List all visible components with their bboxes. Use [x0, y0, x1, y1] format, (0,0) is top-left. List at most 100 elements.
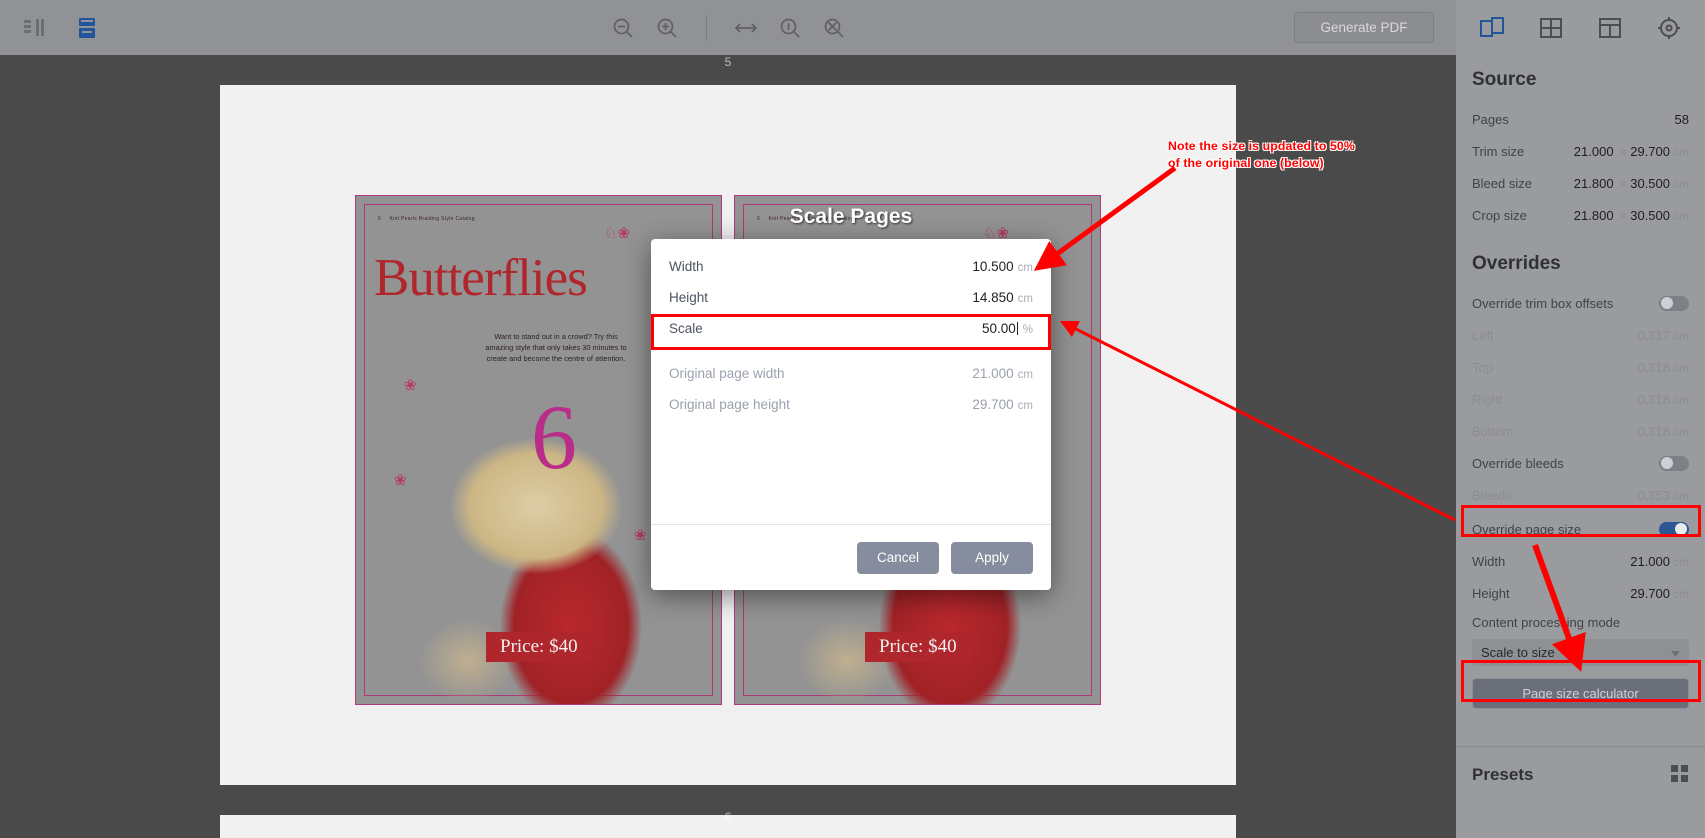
page-big-number: 6: [531, 396, 577, 479]
dialog-row-width[interactable]: Width10.500cm: [651, 251, 1051, 282]
source-row-value: 58: [1675, 112, 1689, 127]
page-height-unit: cm: [1673, 587, 1689, 601]
zoom-out-icon[interactable]: [610, 15, 636, 41]
trim-offset-bottom: Bottom0.318cm: [1472, 415, 1689, 447]
override-bleeds-label: Override bleeds: [1472, 456, 1564, 471]
dialog-footer: Cancel Apply: [651, 524, 1051, 590]
source-row-crop-size: Crop size21.800 × 30.500cm: [1472, 199, 1689, 231]
dimension-separator: ×: [1617, 177, 1631, 191]
dialog-row-unit: cm: [1018, 369, 1033, 381]
chevron-down-icon: [1671, 645, 1680, 660]
source-row-value2: 30.500: [1630, 176, 1670, 191]
trim-offset-unit: cm: [1673, 361, 1689, 375]
layout-tab-icon[interactable]: [1593, 13, 1627, 43]
trim-offset-unit: cm: [1673, 329, 1689, 343]
dialog-row-value: 14.850: [972, 290, 1013, 305]
trim-offset-value: 0.318: [1637, 360, 1670, 375]
top-toolbar: Generate PDF: [0, 0, 1456, 55]
scale-row-highlight: [651, 314, 1051, 350]
page-header-number: 6: [378, 216, 381, 222]
source-row-value2: 29.700: [1630, 144, 1670, 159]
panel-tabs: [1456, 0, 1705, 55]
dialog-row-label: Original page width: [669, 366, 785, 381]
dialog-title: Scale Pages: [651, 205, 1051, 229]
override-trim-box-row[interactable]: Override trim box offsets: [1472, 287, 1689, 319]
override-bleeds-toggle[interactable]: [1659, 456, 1689, 471]
trim-offset-rows: Left0.317cmTop0.318cmRight0.318cmBottom0…: [1472, 319, 1689, 447]
source-row-value: 21.000: [1574, 144, 1614, 159]
annotation-note: Note the size is updated to 50% of the o…: [1168, 138, 1355, 171]
butterfly-icon: ♘❀: [604, 224, 630, 242]
source-section-title: Source: [1472, 69, 1689, 91]
source-row-label: Bleed size: [1472, 176, 1532, 191]
generate-pdf-button[interactable]: Generate PDF: [1294, 12, 1434, 43]
dialog-row-unit: cm: [1018, 400, 1033, 412]
trim-offset-value: 0.317: [1637, 328, 1670, 343]
trim-offset-label: Left: [1472, 328, 1494, 343]
butterfly-icon: ❀: [394, 471, 407, 489]
content-mode-value: Scale to size: [1481, 645, 1555, 660]
dialog-row-value: 10.500: [972, 259, 1013, 274]
pages-tab-icon[interactable]: [1475, 13, 1509, 43]
zoom-in-icon[interactable]: [654, 15, 680, 41]
source-row-bleed-size: Bleed size21.800 × 30.500cm: [1472, 167, 1689, 199]
apply-button[interactable]: Apply: [951, 542, 1033, 574]
cancel-button[interactable]: Cancel: [857, 542, 939, 574]
target-tab-icon[interactable]: [1652, 13, 1686, 43]
page-width-unit: cm: [1673, 555, 1689, 569]
page-size-calculator-highlight: [1461, 660, 1701, 702]
bleeds-value: 0.353: [1637, 488, 1670, 503]
butterfly-icon: ❀: [404, 376, 417, 394]
trim-offset-left: Left 0.317cm: [1472, 319, 1689, 351]
trim-offset-right: Right 0.318cm: [1472, 383, 1689, 415]
source-row-label: Pages: [1472, 112, 1509, 127]
dialog-row-value: 29.700: [972, 397, 1013, 412]
override-trim-box-toggle[interactable]: [1659, 296, 1689, 311]
page-number-top: 5: [0, 55, 1456, 69]
dialog-row-height[interactable]: Height14.850cm: [651, 282, 1051, 313]
trim-offset-label: Right: [1472, 392, 1502, 407]
dimension-separator: ×: [1617, 145, 1631, 159]
page-title: Butterflies: [374, 248, 587, 308]
source-row-unit: cm: [1673, 209, 1689, 223]
page-width-row[interactable]: Width 21.000cm: [1472, 545, 1689, 577]
actual-size-icon[interactable]: [777, 15, 803, 41]
page-header: 6 Knit Pearls Braiding Style Catalog: [378, 216, 475, 222]
override-bleeds-row[interactable]: Override bleeds: [1472, 447, 1689, 479]
source-row-label: Crop size: [1472, 208, 1527, 223]
source-rows: Pages58Trim size21.000 × 29.700cmBleed s…: [1472, 103, 1689, 231]
dialog-row-label: Original page height: [669, 397, 790, 412]
presets-grid-icon[interactable]: [1671, 765, 1689, 788]
trim-offset-value: 0.318: [1637, 392, 1670, 407]
dialog-row-label: Width: [669, 259, 704, 274]
butterfly-icon: ❀: [634, 526, 647, 544]
bleeds-unit: cm: [1673, 489, 1689, 503]
page-header-text: Knit Pearls Braiding Style Catalog: [390, 216, 475, 222]
source-row-unit: cm: [1673, 145, 1689, 159]
page-height-row[interactable]: Height 29.700cm: [1472, 577, 1689, 609]
source-row-value: 21.800: [1574, 208, 1614, 223]
presets-bar[interactable]: Presets: [1456, 746, 1705, 838]
source-row-value: 21.800: [1574, 176, 1614, 191]
price-tag: Price: $40: [865, 632, 971, 662]
trim-offset-top: Top0.318cm: [1472, 351, 1689, 383]
fit-page-icon[interactable]: [821, 15, 847, 41]
page-sheet-next[interactable]: [220, 815, 1236, 838]
dialog-row-value: 21.000: [972, 366, 1013, 381]
grid-tab-icon[interactable]: [1534, 13, 1568, 43]
source-row-pages: Pages 58: [1472, 103, 1689, 135]
dialog-row-original-page-height: Original page height 29.700 cm: [651, 389, 1051, 420]
content-mode-label-row: Content processing mode: [1472, 609, 1689, 635]
trim-offset-unit: cm: [1673, 393, 1689, 407]
fit-width-icon[interactable]: [733, 15, 759, 41]
page-blurb: Want to stand out in a crowd? Try this a…: [481, 331, 631, 364]
dialog-row-original-page-width: Original page width 21.000 cm: [651, 358, 1051, 389]
scale-pages-dialog[interactable]: Width10.500cmHeight14.850cmScale50.00%Or…: [651, 239, 1051, 590]
override-trim-box-label: Override trim box offsets: [1472, 296, 1613, 311]
dialog-row-label: Height: [669, 290, 708, 305]
trim-offset-label: Bottom: [1472, 424, 1513, 439]
trim-offset-value: 0.318: [1637, 424, 1670, 439]
override-page-size-highlight: [1461, 505, 1701, 537]
overrides-section-title: Overrides: [1472, 253, 1689, 275]
presets-title: Presets: [1472, 765, 1533, 785]
